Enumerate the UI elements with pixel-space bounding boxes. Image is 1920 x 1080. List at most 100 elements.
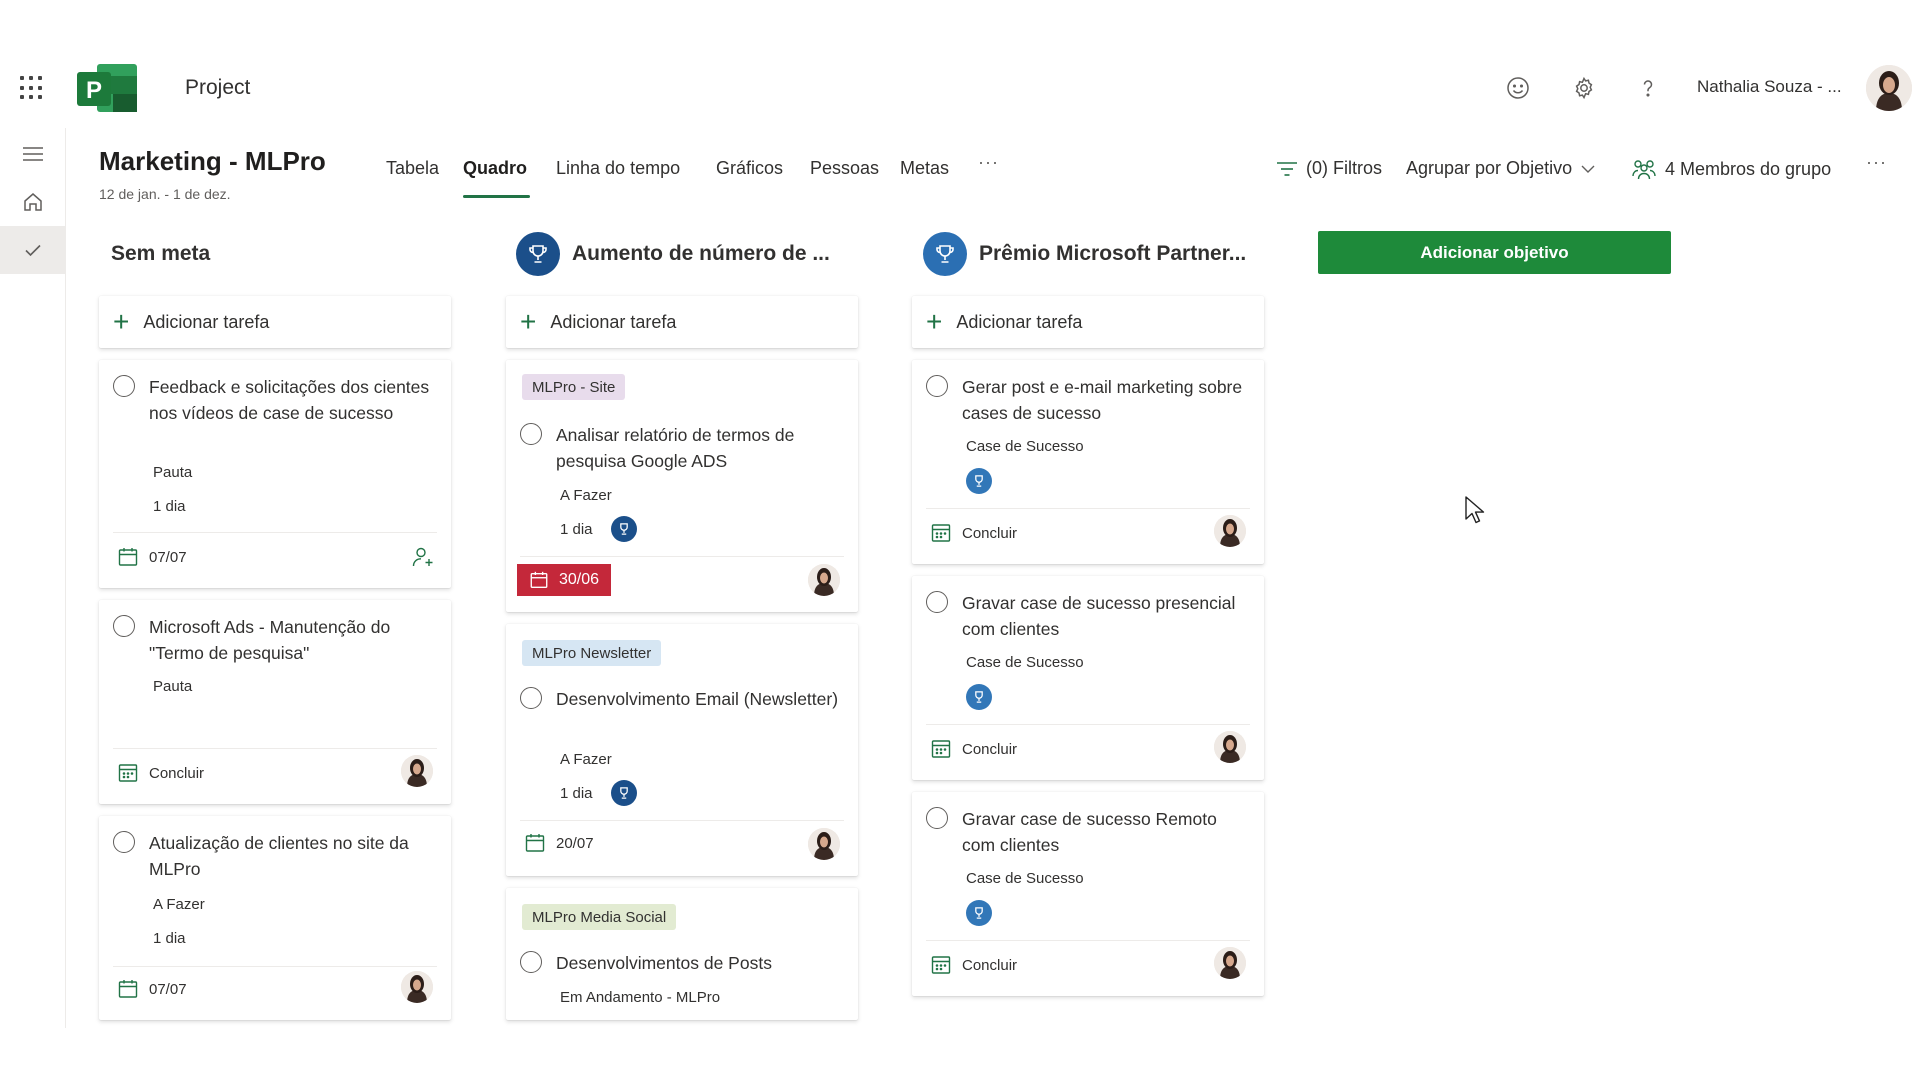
status-label: Concluir — [962, 740, 1018, 758]
app-title[interactable]: Project — [185, 76, 250, 100]
task-card[interactable]: MLPro Media Social Desenvolvimentos de P… — [506, 888, 858, 1020]
tab-pessoas[interactable]: Pessoas — [810, 158, 879, 179]
task-status[interactable]: Concluir — [930, 738, 1017, 760]
complete-task-checkbox[interactable] — [926, 375, 948, 397]
project-title[interactable]: Marketing - MLPro — [99, 146, 326, 177]
chevron-down-icon — [1581, 165, 1595, 173]
user-name[interactable]: Nathalia Souza - ... — [1697, 77, 1842, 97]
gear-icon[interactable] — [1566, 70, 1602, 106]
task-title: Gravar case de sucesso Remoto com client… — [962, 809, 1217, 855]
add-goal-button[interactable]: Adicionar objetivo — [1318, 231, 1671, 274]
filters-button[interactable]: (0) Filtros — [1276, 158, 1382, 179]
task-due-date[interactable]: 20/07 — [524, 832, 594, 854]
card-divider — [520, 556, 844, 557]
card-divider — [520, 820, 844, 821]
calendar-icon — [525, 834, 545, 852]
task-due-date[interactable]: 07/07 — [117, 978, 187, 1000]
task-status[interactable]: Concluir — [930, 954, 1017, 976]
complete-task-checkbox[interactable] — [926, 591, 948, 613]
task-card[interactable]: Microsoft Ads - Manutenção do "Termo de … — [99, 600, 451, 804]
task-card[interactable]: Gravar case de sucesso presencial com cl… — [912, 576, 1264, 780]
project-dates: 12 de jan. - 1 de dez. — [99, 186, 231, 202]
app-header: P Project Nathalia Souza - ... — [0, 40, 1920, 136]
help-icon[interactable] — [1630, 70, 1666, 106]
calendar-grid-icon — [118, 764, 138, 782]
task-due-date[interactable]: 07/07 — [117, 546, 187, 568]
task-status[interactable]: Concluir — [117, 762, 204, 784]
active-tab-indicator — [463, 195, 530, 198]
card-divider — [926, 724, 1250, 725]
task-status[interactable]: Concluir — [930, 522, 1017, 544]
assign-person-icon[interactable] — [411, 545, 435, 574]
assignee-avatar[interactable] — [1214, 515, 1246, 547]
column-header-goal-2: Prêmio Microsoft Partner... — [923, 230, 1246, 278]
trophy-icon — [966, 468, 992, 494]
tab-metas[interactable]: Metas — [900, 158, 949, 179]
task-bucket: A Fazer — [560, 487, 612, 504]
task-title: Gerar post e e-mail marketing sobre case… — [962, 377, 1243, 423]
tab-tabela[interactable]: Tabela — [386, 158, 439, 179]
status-label: Concluir — [962, 524, 1018, 542]
trophy-icon — [610, 516, 637, 542]
task-duration: 1 dia — [560, 784, 593, 802]
card-divider — [113, 966, 437, 967]
user-avatar[interactable] — [1866, 65, 1912, 111]
group-by-dropdown[interactable]: Agrupar por Objetivo — [1406, 158, 1596, 179]
add-task-label: Adicionar tarefa — [956, 311, 1083, 332]
assignee-avatar[interactable] — [1214, 947, 1246, 979]
task-bucket: Pauta — [153, 464, 193, 481]
my-tasks-icon[interactable] — [0, 226, 66, 274]
group-members-icon — [1632, 160, 1656, 180]
due-date-label: 07/07 — [149, 548, 187, 566]
complete-task-checkbox[interactable] — [520, 687, 542, 709]
task-card[interactable]: Gerar post e e-mail marketing sobre case… — [912, 360, 1264, 564]
task-label: MLPro - Site — [522, 374, 626, 400]
group-members-button[interactable]: 4 Membros do grupo — [1631, 158, 1831, 180]
overflow-menu-button[interactable]: ··· — [1866, 152, 1887, 173]
project-logo-icon: P — [77, 64, 137, 112]
calendar-grid-icon — [931, 524, 951, 542]
complete-task-checkbox[interactable] — [113, 831, 135, 853]
card-divider — [113, 748, 437, 749]
column-title[interactable]: Aumento de número de ... — [572, 242, 830, 266]
assignee-avatar[interactable] — [808, 564, 840, 596]
calendar-grid-icon — [931, 740, 951, 758]
add-task-button[interactable]: + Adicionar tarefa — [506, 296, 858, 348]
calendar-icon — [530, 571, 548, 588]
complete-task-checkbox[interactable] — [520, 423, 542, 445]
task-card[interactable]: Feedback e solicitações dos cientes nos … — [99, 360, 451, 588]
assignee-avatar[interactable] — [401, 971, 433, 1003]
tab-linha-do-tempo[interactable]: Linha do tempo — [556, 158, 680, 179]
tab-quadro[interactable]: Quadro — [463, 158, 527, 179]
assignee-avatar[interactable] — [808, 828, 840, 860]
due-date-label: 07/07 — [149, 980, 187, 998]
task-card[interactable]: MLPro - Site Analisar relatório de termo… — [506, 360, 858, 612]
more-tabs-button[interactable]: ··· — [978, 152, 999, 173]
waffle-icon[interactable] — [20, 76, 44, 100]
overdue-date-badge[interactable]: 30/06 — [517, 564, 611, 596]
due-date-label: 20/07 — [556, 834, 594, 852]
menu-icon[interactable] — [0, 130, 66, 178]
column-title[interactable]: Prêmio Microsoft Partner... — [979, 242, 1246, 266]
complete-task-checkbox[interactable] — [520, 951, 542, 973]
trophy-icon — [966, 900, 992, 926]
add-task-button[interactable]: + Adicionar tarefa — [912, 296, 1264, 348]
calendar-grid-icon — [931, 956, 951, 974]
column-title[interactable]: Sem meta — [111, 242, 210, 266]
tab-graficos[interactable]: Gráficos — [716, 158, 783, 179]
column-header-sem-meta: Sem meta — [111, 230, 210, 278]
home-icon[interactable] — [0, 178, 66, 226]
mouse-cursor-icon — [1465, 496, 1485, 524]
add-task-button[interactable]: + Adicionar tarefa — [99, 296, 451, 348]
complete-task-checkbox[interactable] — [113, 375, 135, 397]
task-card[interactable]: Gravar case de sucesso Remoto com client… — [912, 792, 1264, 996]
complete-task-checkbox[interactable] — [113, 615, 135, 637]
assignee-avatar[interactable] — [401, 755, 433, 787]
assignee-avatar[interactable] — [1214, 731, 1246, 763]
filter-icon — [1277, 161, 1297, 176]
task-card[interactable]: Atualização de clientes no site da MLPro… — [99, 816, 451, 1020]
smiley-icon[interactable] — [1500, 70, 1536, 106]
task-bucket: Case de Sucesso — [966, 654, 1084, 671]
task-card[interactable]: MLPro Newsletter Desenvolvimento Email (… — [506, 624, 858, 876]
complete-task-checkbox[interactable] — [926, 807, 948, 829]
